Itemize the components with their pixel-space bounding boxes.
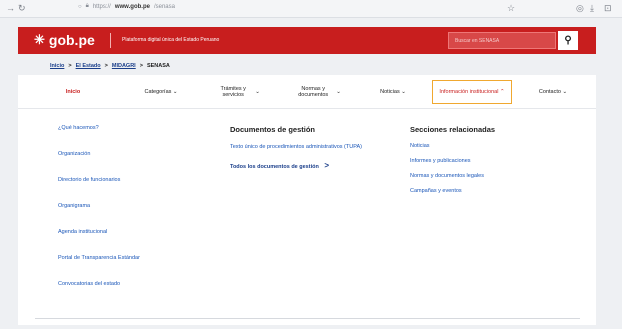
breadcrumb-midagri[interactable]: MIDAGRI [112,63,136,69]
logo-text: gob.pe [48,32,95,48]
nav-noticias[interactable]: Noticias ⌄ [363,75,423,109]
breadcrumb-inicio[interactable]: Inicio [50,63,64,69]
browser-toolbar: → ↻ ○ 🔒︎ https://www.gob.pe/senasa ☆ ◎ ⤓… [0,0,622,18]
menu-link[interactable]: Portal de Transparencia Estándar [58,255,140,261]
menu-link[interactable]: Organización [58,151,140,157]
search-button[interactable]: ⚲ [558,31,578,50]
extensions-icon[interactable]: ⊡ [604,3,612,14]
url-prefix: https:// [92,3,111,10]
main-nav: Inicio Categorías ⌄ Trámites y servicios… [18,75,596,109]
divider [35,318,580,319]
site-header: ✳ gob.pe Plataforma digital única del Es… [18,27,596,54]
related-link[interactable]: Informes y publicaciones [410,158,495,164]
header-divider [110,33,111,48]
all-documents-link[interactable]: Todos los documentos de gestión > [230,160,390,172]
reload-icon[interactable]: ↻ [18,3,26,14]
chevron-down-icon: ⌄ [255,88,260,95]
url-path: /senasa [153,3,175,10]
related-link[interactable]: Campañas y eventos [410,188,495,194]
lock-icon: 🔒︎ [85,3,89,9]
nav-categorias[interactable]: Categorías ⌄ [126,75,196,109]
chevron-right-icon: > [324,161,330,171]
search-input[interactable]: Buscar en SENASA [448,32,556,49]
gobpe-logo[interactable]: ✳ gob.pe [34,32,95,48]
menu-column-relacionadas: Secciones relacionadas Noticias Informes… [410,125,495,203]
chevron-down-icon: ⌄ [336,88,341,95]
menu-column-institucional: ¿Qué hacemos? Organización Directorio de… [58,125,140,307]
nav-inicio[interactable]: Inicio [48,75,98,109]
menu-link[interactable]: ¿Qué hacemos? [58,125,140,131]
breadcrumb-sep: > [104,63,108,69]
nav-tramites-label: Trámites y servicios [220,85,246,98]
nav-normas-label: Normas y documentos [298,85,329,98]
menu-link[interactable]: Directorio de funcionarios [58,177,140,183]
download-icon[interactable]: ⤓ [590,3,594,14]
nav-tramites[interactable]: Trámites y servicios ⌄ [208,75,266,109]
platform-text: Plataforma digital única del Estado Peru… [122,37,220,43]
menu-link[interactable]: Convocatorias del estado [58,281,140,287]
url-domain: www.gob.pe [114,3,150,10]
content-panel: Inicio Categorías ⌄ Trámites y servicios… [18,75,596,325]
relacionadas-heading: Secciones relacionadas [410,125,496,134]
menu-link[interactable]: Agenda institucional [58,229,140,235]
search-icon: ⚲ [564,35,572,46]
gobpe-emblem-icon: ✳ [34,32,45,47]
shield-tool-icon[interactable]: ◎ [576,3,584,14]
nav-normas[interactable]: Normas y documentos ⌄ [286,75,348,109]
breadcrumb-senasa: SENASA [146,63,170,69]
nav-informacion-institucional[interactable]: Información institucional ⌃ [432,80,512,104]
tupa-link[interactable]: Texto único de procedimientos administra… [230,143,390,151]
menu-column-documentos: Documentos de gestión Texto único de pro… [230,125,390,178]
documentos-heading: Documentos de gestión [230,125,316,134]
star-icon[interactable]: ☆ [507,3,515,14]
related-link[interactable]: Noticias [410,143,495,149]
shield-icon: ○ [78,3,82,10]
back-arrow-icon[interactable]: → [6,3,15,13]
breadcrumb-sep: > [68,63,72,69]
all-documents-label: Todos los documentos de gestión [230,164,319,171]
related-link[interactable]: Normas y documentos legales [410,173,495,179]
breadcrumb: Inicio > El Estado > MIDAGRI > SENASA [50,63,170,69]
nav-contacto[interactable]: Contacto ⌄ [523,75,583,109]
breadcrumb-el-estado[interactable]: El Estado [76,63,101,69]
breadcrumb-sep: > [139,63,143,69]
address-bar[interactable]: ○ 🔒︎ https://www.gob.pe/senasa [78,3,175,10]
menu-link[interactable]: Organigrama [58,203,140,209]
